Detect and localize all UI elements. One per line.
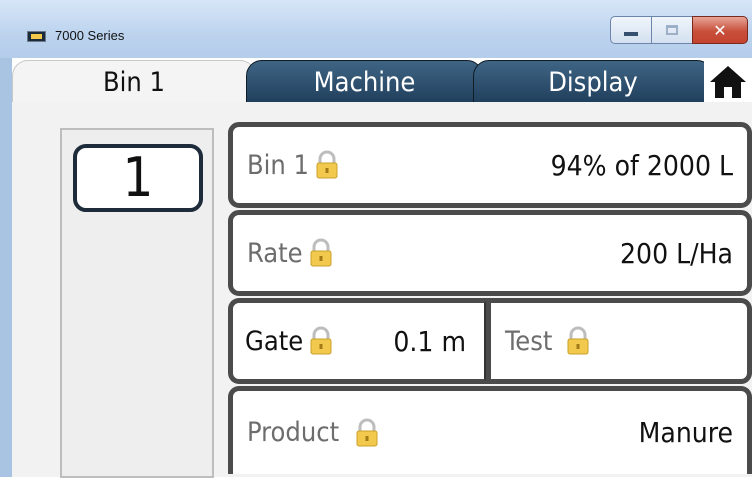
- maximize-button[interactable]: [651, 16, 693, 44]
- tab-display[interactable]: Display: [473, 60, 713, 104]
- bin-level-value: 94% of 2000 L: [550, 148, 733, 182]
- tab-bin-1[interactable]: Bin 1: [12, 60, 256, 104]
- bin-level-panel[interactable]: Bin 1 94% of 2000 L: [228, 122, 752, 208]
- product-label-group: Product: [247, 391, 379, 474]
- product-value: Manure: [638, 416, 733, 449]
- app-window: 7000 Series ✕ Bin 1 Machine Display 1 Bi…: [0, 0, 752, 478]
- bin-label-group: Bin 1: [247, 127, 339, 203]
- rate-label-group: Rate: [247, 215, 333, 291]
- close-icon: ✕: [713, 20, 727, 40]
- test-button[interactable]: Test: [486, 298, 752, 384]
- test-label-group: Test: [505, 303, 590, 379]
- bin-selector-panel: 1: [60, 128, 214, 478]
- tab-machine[interactable]: Machine: [246, 60, 483, 104]
- bin-number-display[interactable]: 1: [73, 144, 203, 212]
- rate-value: 200 L/Ha: [620, 236, 733, 270]
- lock-icon: [356, 418, 378, 446]
- minimize-button[interactable]: [610, 16, 652, 44]
- title-bar[interactable]: 7000 Series ✕: [0, 0, 752, 58]
- rate-label: Rate: [247, 237, 303, 269]
- product-label: Product: [247, 417, 340, 448]
- lock-icon: [310, 326, 332, 355]
- lock-icon: [316, 150, 338, 179]
- bin-label: Bin 1: [247, 149, 309, 181]
- gate-label-group: Gate: [245, 303, 333, 379]
- window-controls: ✕: [610, 16, 748, 46]
- tab-strip: Bin 1 Machine Display: [12, 58, 752, 104]
- bin-content: 1 Bin 1 94% of 2000 L Rate 200 L/Ha Gate…: [12, 102, 752, 478]
- home-icon: [710, 66, 746, 98]
- minimize-icon: [624, 32, 638, 36]
- product-panel[interactable]: Product Manure: [228, 386, 752, 474]
- gate-label: Gate: [245, 325, 304, 357]
- tab-label: Machine: [313, 66, 416, 98]
- lock-icon: [310, 238, 332, 267]
- close-button[interactable]: ✕: [692, 16, 748, 44]
- home-button[interactable]: [704, 61, 752, 103]
- window-title: 7000 Series: [55, 28, 125, 43]
- rate-panel[interactable]: Rate 200 L/Ha: [228, 210, 752, 296]
- tab-label: Display: [548, 66, 638, 98]
- tab-label: Bin 1: [103, 67, 165, 98]
- test-label: Test: [505, 325, 553, 357]
- gate-panel[interactable]: Gate 0.1 m: [228, 298, 488, 384]
- maximize-icon: [666, 25, 678, 35]
- app-icon: [27, 31, 46, 42]
- lock-icon: [567, 326, 589, 355]
- gate-value: 0.1 m: [393, 324, 466, 358]
